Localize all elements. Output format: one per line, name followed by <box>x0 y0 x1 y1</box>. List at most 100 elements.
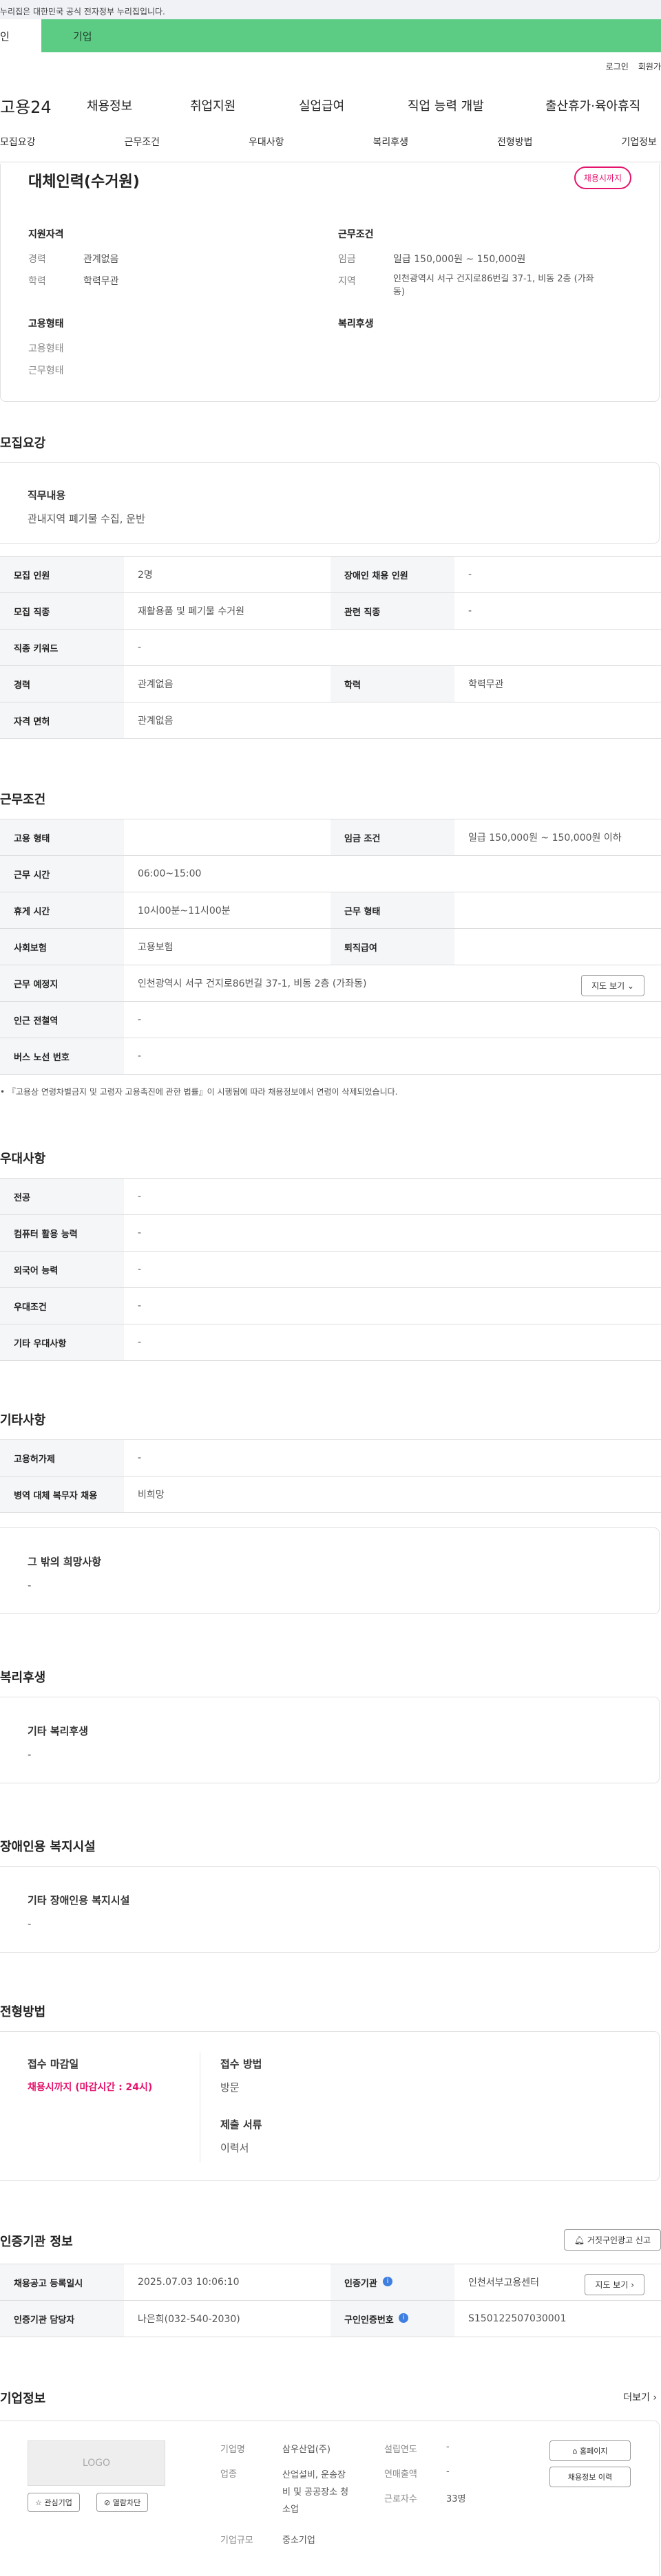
industry-value: 산업설비, 운송장 비 및 공공장소 청 소업 <box>282 2470 349 2515</box>
table-row: 고용 형태 임금 조건 일급 150,000원 ~ 150,000원 이하 <box>0 819 661 856</box>
tab-preferences[interactable]: 우대사항 <box>249 135 284 162</box>
agency-map-button[interactable]: 지도 보기 › <box>585 2274 644 2295</box>
table-label: 전공 <box>0 1178 124 1215</box>
table-row: 인근 전철역 - <box>0 1001 661 1038</box>
table-row: 인증기관 담당자 나은희(032-540-2030) 구인인증번호 S15012250… <box>0 2300 661 2337</box>
table-value <box>454 892 661 929</box>
tab-individual[interactable]: 인 <box>0 19 41 52</box>
other-wishes-box: 그 밖의 희망사항 - <box>0 1527 660 1614</box>
table-label: 관련 직종 <box>330 592 454 630</box>
workers-value: 33명 <box>446 2494 466 2504</box>
deadline-value: 채용시까지 (마감시간 : 24시) <box>28 2082 153 2093</box>
welfare-box-value: - <box>28 1748 32 1761</box>
career-label: 경력 <box>28 254 46 265</box>
selection-box: 접수 마감일 채용시까지 (마감시간 : 24시) 접수 방법 방문 제출 서류… <box>0 2031 660 2181</box>
table-row: 고용허가제 - <box>0 1439 661 1477</box>
nav-vocational-training[interactable]: 직업 능력 개발 <box>408 96 545 114</box>
selection-section-title: 전형방법 <box>0 2005 46 2019</box>
nav-unemployment-benefit[interactable]: 실업급여 <box>299 96 408 114</box>
login-link[interactable]: 로그인 <box>606 62 629 72</box>
util-nav: 로그인 회원가 <box>596 61 661 72</box>
table-label: 인증기관 담당자 <box>0 2300 124 2337</box>
work-condition-header: 근무조건 <box>338 229 374 240</box>
nav-employment-support[interactable]: 취업지원 <box>190 96 299 114</box>
career-value: 관계없음 <box>83 254 119 265</box>
tab-welfare[interactable]: 복리후생 <box>373 135 408 162</box>
tab-company[interactable]: 기업정보 <box>621 135 657 162</box>
table-row: 병역 대체 복무자 채용 비희망 <box>0 1476 661 1513</box>
false-ad-report-button[interactable]: 🔔︎ 거짓구인광고 신고 <box>563 2229 661 2251</box>
table-label: 직종 키워드 <box>0 629 124 666</box>
table-value: - <box>124 1287 661 1324</box>
table-row: 외국어 능력 - <box>0 1251 661 1288</box>
table-value: 2025.07.03 10:06:10 <box>124 2264 330 2301</box>
disabled-box: 기타 장애인용 복지시설 - <box>0 1866 660 1953</box>
region-label: 지역 <box>338 276 356 287</box>
table-value: - <box>454 556 661 593</box>
table-value: 2명 <box>124 556 330 593</box>
method-value: 방문 <box>220 2081 240 2094</box>
signup-link[interactable]: 회원가 <box>638 62 661 72</box>
table-value: 재활용품 및 폐기물 수거원 <box>124 592 330 630</box>
company-name-label: 기업명 <box>220 2445 245 2455</box>
site-logo[interactable]: 고용24 <box>0 94 52 118</box>
info-icon[interactable]: i <box>383 2277 392 2286</box>
pref-section-title: 우대사항 <box>0 1152 46 1166</box>
education-value: 학력무관 <box>83 276 119 287</box>
user-type-tabs: 인 기업 <box>0 19 661 52</box>
table-label: 구인인증번호 <box>330 2300 454 2337</box>
workers-label: 근로자수 <box>384 2494 417 2504</box>
company-more-link[interactable]: 더보기 › <box>623 2390 657 2404</box>
table-value: - <box>124 1439 661 1477</box>
wage-value: 일급 150,000원 ~ 150,000원 <box>393 254 526 265</box>
map-view-button[interactable]: 지도 보기 ⌄ <box>581 975 644 996</box>
disabled-box-header: 기타 장애인용 복지시설 <box>28 1894 130 1907</box>
table-label: 컴퓨터 활용 능력 <box>0 1214 124 1252</box>
work-table: 고용 형태 임금 조건 일급 150,000원 ~ 150,000원 이하 근무 시… <box>0 819 661 1075</box>
table-label: 장애인 채용 인원 <box>330 556 454 593</box>
table-value <box>454 928 661 965</box>
interest-company-button[interactable]: ☆ 관심기업 <box>28 2493 80 2512</box>
company-section-title: 기업정보 <box>0 2392 46 2406</box>
tab-company[interactable]: 기업 <box>41 19 661 52</box>
table-value: - <box>124 1038 661 1075</box>
table-value: 학력무관 <box>454 665 661 702</box>
deadline-header: 접수 마감일 <box>28 2058 79 2070</box>
info-icon[interactable]: i <box>399 2313 408 2323</box>
tab-work-conditions[interactable]: 근무조건 <box>124 135 160 162</box>
etc-section-title: 기타사항 <box>0 1413 46 1428</box>
bell-icon: 🔔︎ <box>574 2235 587 2245</box>
tab-recruit[interactable]: 모집요강 <box>0 135 36 162</box>
job-history-button[interactable]: 채용정보 이력 <box>549 2467 631 2487</box>
table-value: 06:00~15:00 <box>124 855 661 892</box>
company-name-value: 삼우산업(주) <box>282 2445 330 2455</box>
table-label: 버스 노선 번호 <box>0 1038 124 1075</box>
table-value: - <box>454 592 661 630</box>
table-label: 자격 면허 <box>0 702 124 739</box>
other-wishes-header: 그 밖의 희망사항 <box>28 1556 102 1568</box>
nav-jobs[interactable]: 채용정보 <box>87 96 190 114</box>
table-label: 고용 형태 <box>0 819 124 856</box>
gov-notice-text: 누리집은 대한민국 공식 전자정부 누리집입니다. <box>0 7 165 17</box>
table-label: 사회보험 <box>0 928 124 965</box>
sales-value: - <box>446 2467 450 2477</box>
table-row: 전공 - <box>0 1178 661 1215</box>
table-row: 모집 직종 재활용품 및 폐기물 수거원 관련 직종 - <box>0 592 661 630</box>
company-box: LOGO ☆ 관심기업 ⊘ 열람차단 기업명 삼우산업(주) 업종 산업설비, … <box>0 2421 660 2576</box>
disabled-section-title: 장애인용 복지시설 <box>0 1840 96 1854</box>
cert-table: 채용공고 등록일시 2025.07.03 10:06:10 인증기관 인천서부고용센터… <box>0 2264 661 2337</box>
table-row: 직종 키워드 - <box>0 629 661 666</box>
homepage-button[interactable]: ⌂ 홈페이지 <box>549 2440 631 2461</box>
deadline-badge: 채용시까지 <box>574 167 631 189</box>
table-label: 근무 예정지 <box>0 965 124 1002</box>
tab-selection[interactable]: 전형방법 <box>497 135 533 162</box>
nav-parental-leave[interactable]: 출산휴가·육아휴직 <box>545 96 640 114</box>
block-view-button[interactable]: ⊘ 열람차단 <box>96 2493 149 2512</box>
table-value: 나은희(032-540-2030) <box>124 2300 330 2337</box>
education-label: 학력 <box>28 276 46 287</box>
table-row: 버스 노선 번호 - <box>0 1038 661 1075</box>
table-value: - <box>124 1324 661 1361</box>
table-value: 인천광역시 서구 건지로86번길 37-1, 비동 2층 (가좌동) 지도 보기 … <box>124 965 661 1002</box>
table-value: 인천서부고용센터 지도 보기 › <box>454 2264 661 2301</box>
table-label: 병역 대체 복무자 채용 <box>0 1476 124 1513</box>
